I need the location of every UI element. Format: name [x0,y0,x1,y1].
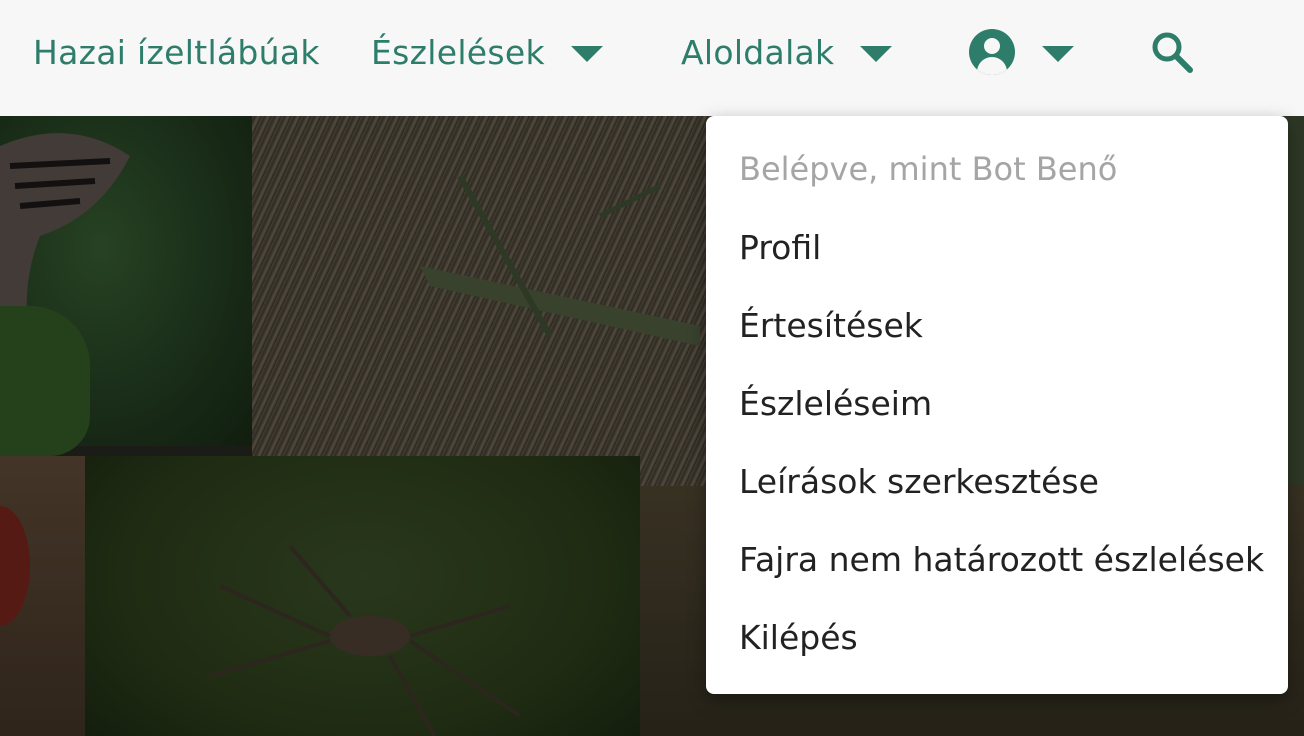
menu-item-logout[interactable]: Kilépés [739,618,858,657]
observations-dropdown[interactable]: Észlelések [371,0,603,104]
subpages-label: Aloldalak [681,32,835,72]
caret-down-icon [570,46,603,62]
observations-label: Észlelések [371,32,545,72]
caret-down-icon [860,46,893,62]
menu-item-my-observations[interactable]: Észleléseim [739,384,932,423]
menu-item-unidentified-observations[interactable]: Fajra nem határozott észlelések [739,540,1264,579]
account-circle-icon [969,29,1015,75]
menu-item-edit-descriptions[interactable]: Leírások szerkesztése [739,462,1099,501]
subpages-dropdown[interactable]: Aloldalak [681,0,893,104]
search-icon [1152,32,1193,73]
brand-label: Hazai ízeltlábúak [33,32,320,72]
brand-link[interactable]: Hazai ízeltlábúak [33,0,320,104]
menu-item-notifications[interactable]: Értesítések [739,306,923,345]
logged-in-as-text: Belépve, mint Bot Benő [739,150,1118,188]
top-navbar: Hazai ízeltlábúak Észlelések Aloldalak [0,0,1304,116]
user-menu-toggle[interactable] [969,0,1074,104]
caret-down-icon [1042,46,1074,62]
user-dropdown-menu: Belépve, mint Bot Benő Profil Értesítése… [706,116,1288,694]
search-button[interactable] [1150,0,1194,104]
menu-item-profile[interactable]: Profil [739,228,821,267]
